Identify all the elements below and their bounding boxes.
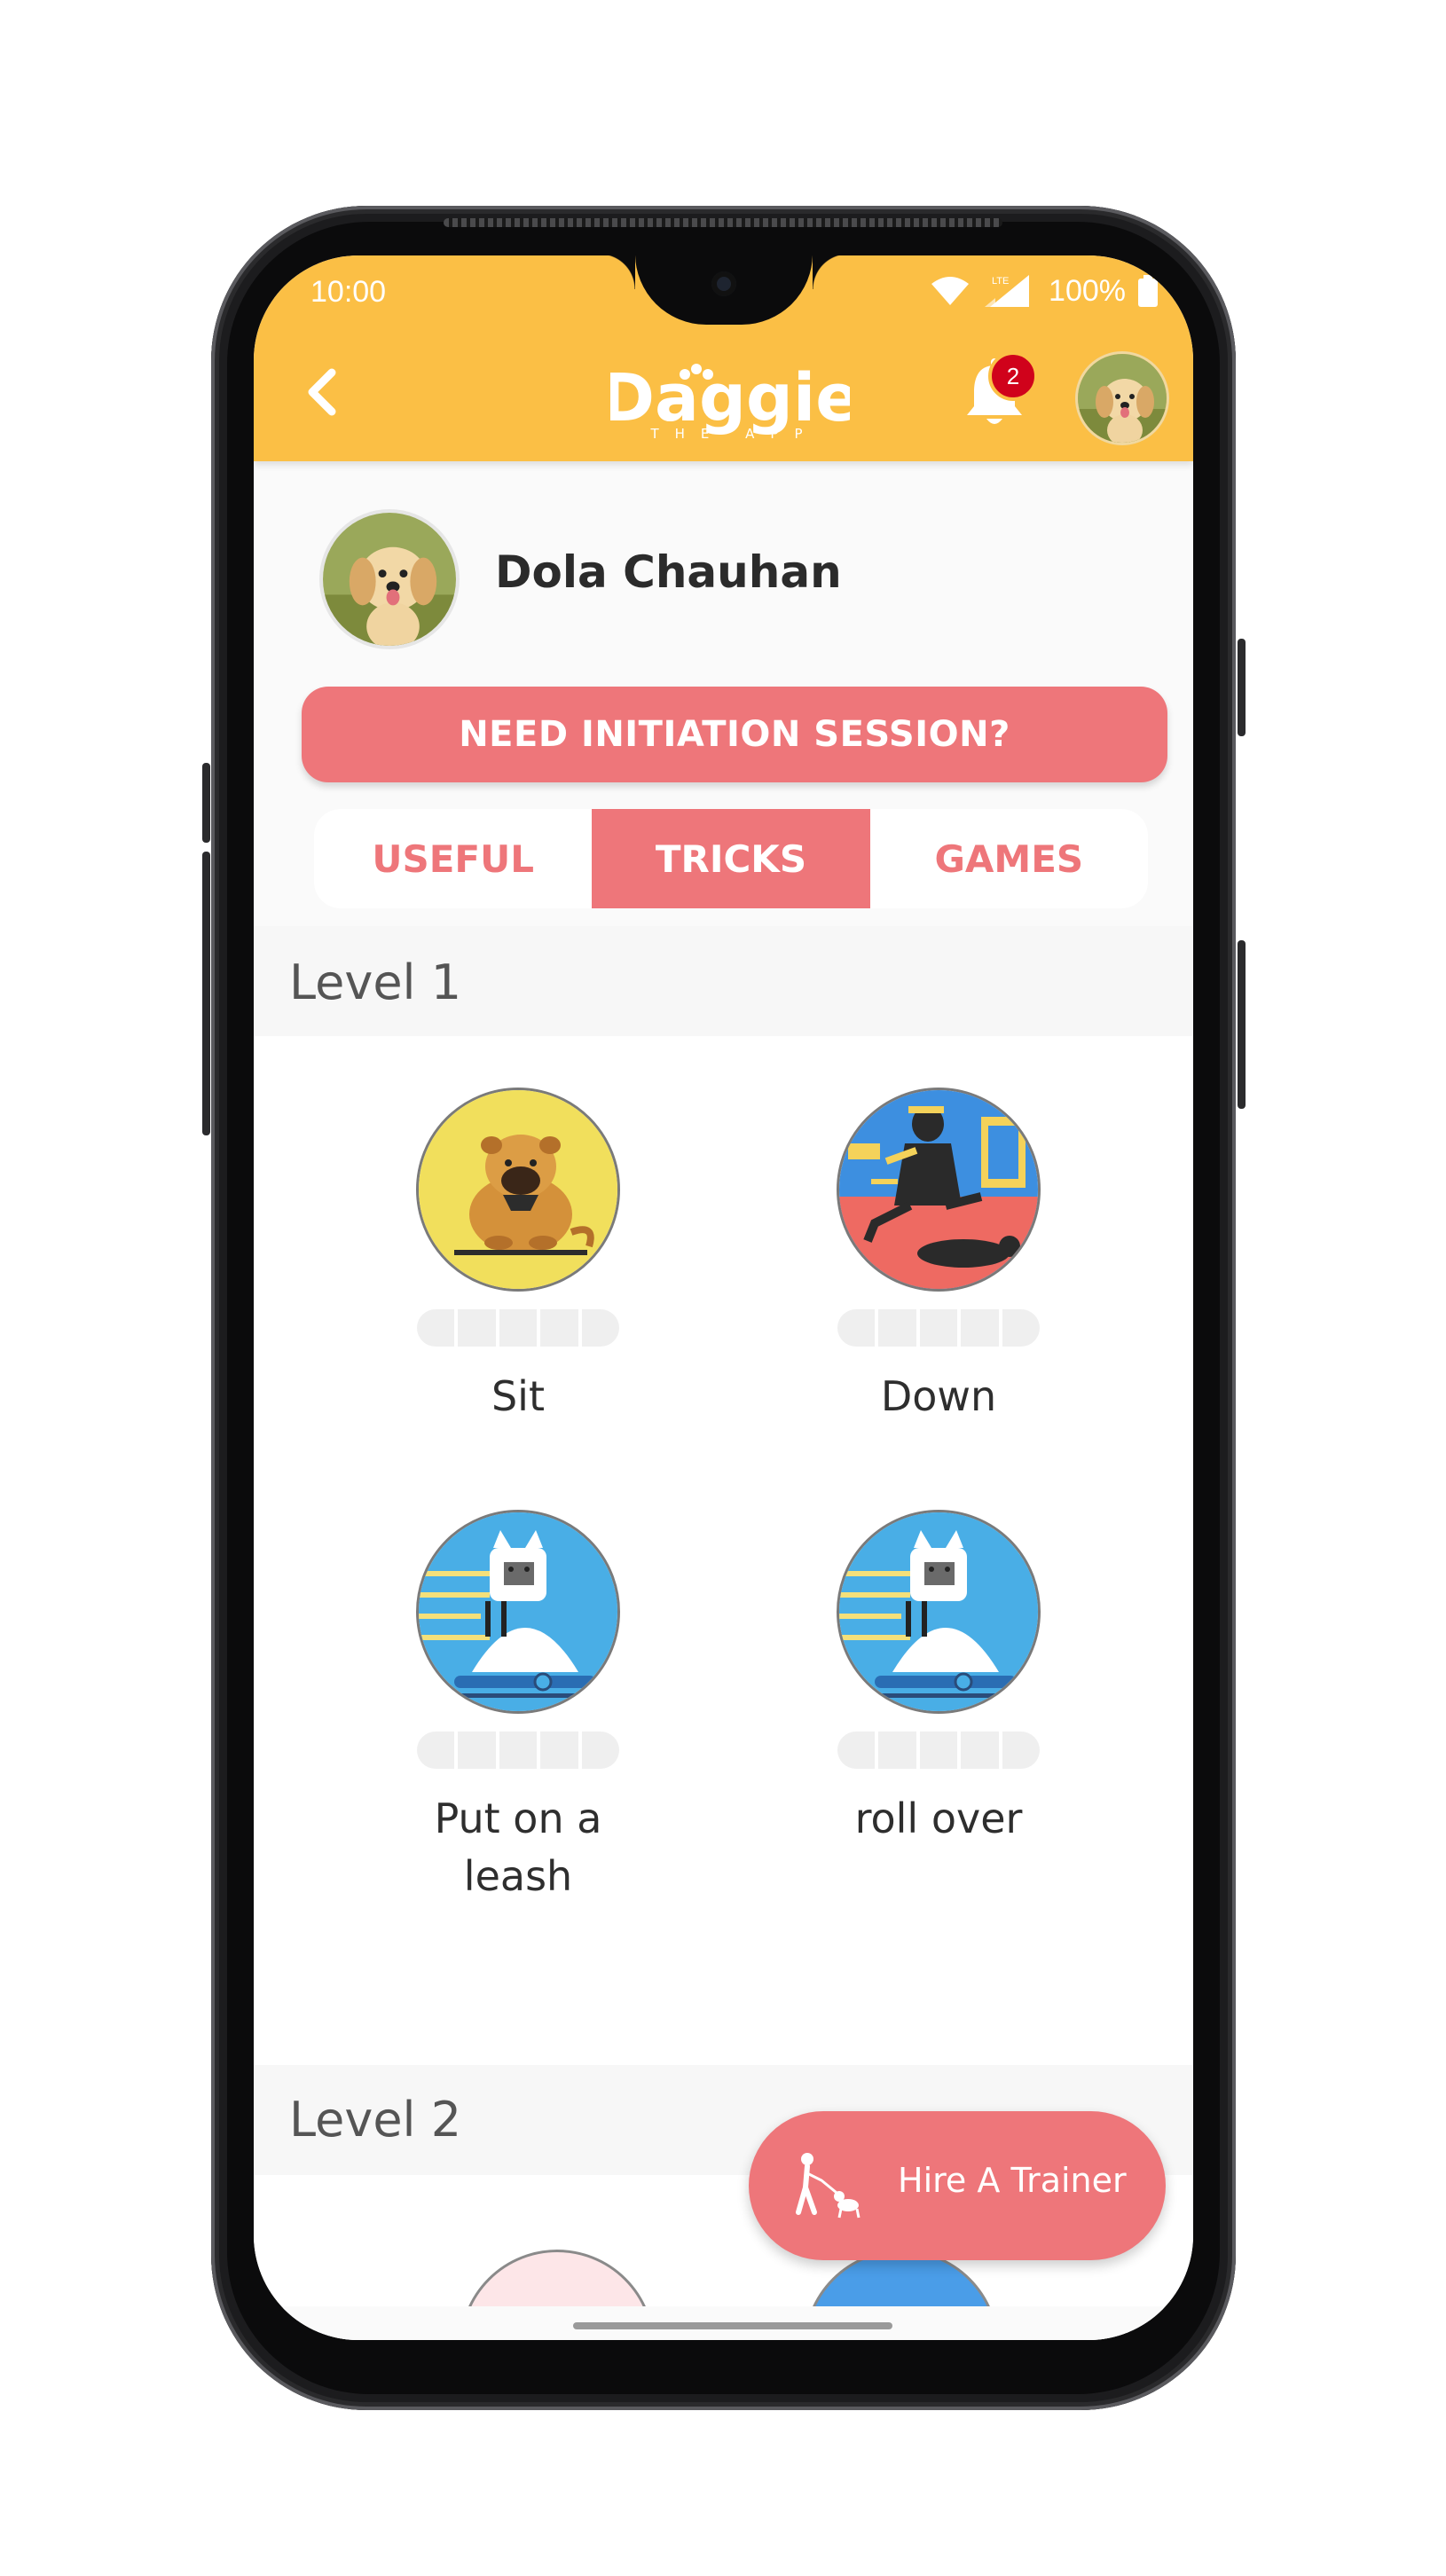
profile-avatar[interactable]: [319, 509, 460, 649]
trick-label: Put on a leash: [434, 1795, 602, 1900]
battery-icon: [1138, 275, 1158, 307]
tab-useful[interactable]: USEFUL: [314, 809, 592, 908]
logo-mark: Daggie THE APP: [601, 360, 861, 442]
progress-bar: [417, 1309, 620, 1347]
status-time: 10:00: [310, 275, 387, 309]
phone-screen: 10:00 LTE 100% Daggie THE APP 2 Dola Cha…: [254, 255, 1193, 2340]
back-button[interactable]: [293, 360, 357, 424]
tab-games[interactable]: GAMES: [870, 809, 1148, 908]
level-title: Level 2: [289, 2092, 462, 2148]
notification-badge: 2: [988, 351, 1038, 401]
power-button: [1238, 639, 1246, 736]
power-button: [1238, 940, 1246, 1109]
level-title: Level 1: [289, 954, 462, 1010]
battery-percent: 100%: [1049, 273, 1126, 308]
puppy-photo: [323, 513, 456, 646]
front-camera: [711, 271, 736, 296]
initiation-session-button[interactable]: NEED INITIATION SESSION?: [302, 687, 1167, 782]
chevron-left-icon: [308, 368, 336, 416]
tab-bar: USEFUL TRICKS GAMES: [314, 809, 1148, 908]
woman-with-dog-icon: [837, 1088, 1041, 1292]
level-header: Level 1: [254, 926, 1193, 1036]
hire-trainer-button[interactable]: Hire A Trainer: [749, 2111, 1166, 2260]
earpiece-speaker: [444, 218, 1002, 227]
person-walking-dog-icon: [796, 2153, 861, 2219]
progress-bar: [837, 1309, 1041, 1347]
hire-trainer-label: Hire A Trainer: [898, 2161, 1127, 2200]
puppy-photo: [1078, 354, 1167, 443]
lte-label: LTE: [992, 276, 1009, 287]
progress-bar: [837, 1732, 1041, 1769]
tab-tricks[interactable]: TRICKS: [592, 809, 870, 908]
cell-signal-icon: LTE: [985, 275, 1030, 307]
volume-button: [202, 763, 210, 843]
progress-bar: [417, 1732, 620, 1769]
logo-subtext: THE APP: [649, 426, 818, 440]
user-avatar[interactable]: [1075, 351, 1169, 445]
wifi-icon: [931, 277, 970, 305]
phone-mockup: 10:00 LTE 100% Daggie THE APP 2 Dola Cha…: [0, 0, 1446, 2576]
profile-name: Dola Chauhan: [495, 546, 842, 598]
trick-label: roll over: [854, 1795, 1023, 1842]
volume-button: [202, 852, 210, 1135]
status-icons: LTE 100%: [930, 273, 1158, 309]
dog-on-treadmill-icon: [837, 1510, 1041, 1714]
sitting-dog-icon: [416, 1088, 620, 1292]
trick-label: Sit: [491, 1372, 545, 1420]
home-indicator[interactable]: [573, 2322, 892, 2329]
trick-label: Down: [880, 1372, 997, 1420]
dog-on-treadmill-icon: [416, 1510, 620, 1714]
daggie-logo: Daggie THE APP: [601, 342, 861, 442]
tricks-grid: Sit Down Put on a leash roll over: [254, 1036, 1193, 2065]
